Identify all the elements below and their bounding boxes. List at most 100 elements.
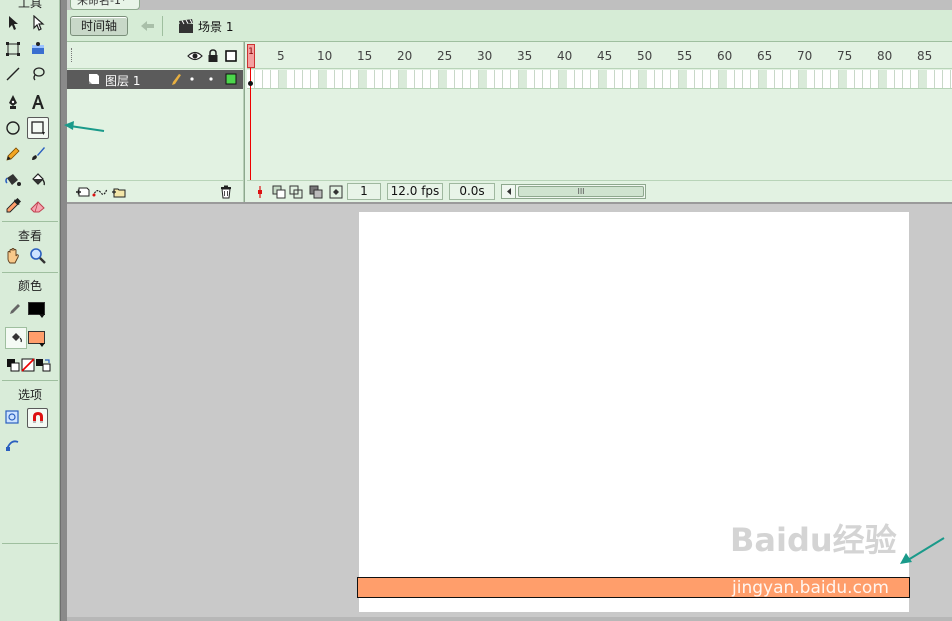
watermark-logo: Baidu经验 <box>730 521 897 559</box>
frame-span-marker <box>639 70 647 88</box>
colors-divider <box>2 380 58 381</box>
frame-number: 70 <box>797 49 813 63</box>
frame-span-marker <box>439 70 447 88</box>
layer-row[interactable]: 图层 1 <box>67 70 243 89</box>
hand-tool-icon[interactable] <box>2 245 24 267</box>
stroke-pencil-icon <box>4 298 26 320</box>
oval-tool-icon[interactable] <box>2 117 24 139</box>
document-tab[interactable]: 未命名-1* <box>70 0 140 10</box>
layer-lock-dot[interactable] <box>200 68 222 90</box>
frame-span-marker <box>479 70 487 88</box>
pencil-tool-icon[interactable] <box>2 143 24 165</box>
frame-number: 30 <box>477 49 493 63</box>
gradient-transform-icon[interactable] <box>27 38 49 60</box>
fill-color-dropdown-icon[interactable] <box>39 343 45 347</box>
edit-multiple-frames-icon[interactable] <box>305 181 327 203</box>
frame-number: 25 <box>437 49 453 63</box>
view-title: 查看 <box>17 229 42 243</box>
frame-number: 85 <box>917 49 933 63</box>
edit-bar-divider <box>162 16 163 36</box>
panel-splitter[interactable] <box>60 0 67 621</box>
trash-icon[interactable] <box>215 181 237 203</box>
snap-magnet-icon[interactable] <box>27 408 48 428</box>
frame-number: 55 <box>677 49 693 63</box>
frame-number: 75 <box>837 49 853 63</box>
keyframe-dot[interactable] <box>248 81 253 86</box>
eyedropper-icon[interactable] <box>2 195 24 217</box>
frame-span-marker <box>679 70 687 88</box>
frame-number: 20 <box>397 49 413 63</box>
frame-number: 40 <box>557 49 573 63</box>
frame-span-marker <box>559 70 567 88</box>
rectangle-tool-icon[interactable] <box>27 117 49 139</box>
brush-tool-icon[interactable] <box>27 143 49 165</box>
frame-span-marker <box>919 70 927 88</box>
timeline-toggle-button[interactable]: 时间轴 <box>70 16 128 36</box>
colors-title: 颜色 <box>17 279 42 293</box>
current-frame-field: 1 <box>347 183 381 200</box>
frame-span-marker <box>359 70 367 88</box>
text-tool-icon[interactable] <box>27 91 49 113</box>
frame-span-marker <box>879 70 887 88</box>
panel-grip[interactable] <box>71 48 74 62</box>
frame-number: 60 <box>717 49 733 63</box>
line-tool-icon[interactable] <box>2 63 24 85</box>
frame-number: 35 <box>517 49 533 63</box>
document-tab-strip: 未命名-1* <box>67 0 952 10</box>
playhead[interactable]: 1 <box>247 44 255 68</box>
frame-number: 50 <box>637 49 653 63</box>
frame-number: 65 <box>757 49 773 63</box>
view-divider <box>2 272 58 273</box>
ink-bottle-icon[interactable] <box>2 169 24 191</box>
scene-breadcrumb[interactable]: 场景 1 <box>198 18 233 35</box>
scrollbar-thumb[interactable]: III <box>518 186 644 197</box>
frame-number: 10 <box>317 49 333 63</box>
timeline-panel: 图层 1 5 10 15 20 25 30 35 40 45 50 55 60 … <box>67 42 952 202</box>
timeline-scrollbar[interactable]: III <box>501 184 646 199</box>
options-title: 选项 <box>17 388 42 402</box>
frame-number: 80 <box>877 49 893 63</box>
clapperboard-icon <box>178 18 194 34</box>
frame-span-marker <box>839 70 847 88</box>
free-transform-icon[interactable] <box>2 38 24 60</box>
frame-ruler[interactable]: 5 10 15 20 25 30 35 40 45 50 55 60 65 70… <box>247 42 952 69</box>
tools-divider <box>2 221 58 222</box>
elapsed-time-field: 0.0s <box>449 183 495 200</box>
frame-cells[interactable] <box>247 70 952 89</box>
stroke-color-dropdown-icon[interactable] <box>39 314 45 318</box>
outline-square-icon[interactable] <box>220 45 242 67</box>
frame-number: 5 <box>277 49 285 63</box>
scroll-left-icon[interactable] <box>502 185 516 198</box>
subselection-arrow-icon[interactable] <box>27 12 49 34</box>
lasso-tool-icon[interactable] <box>27 63 49 85</box>
frame-span-marker <box>319 70 327 88</box>
onion-skin-outlines-icon[interactable] <box>285 181 307 203</box>
object-drawing-icon[interactable] <box>3 408 21 426</box>
watermark-url: jingyan.baidu.com <box>732 578 889 598</box>
pen-tool-icon[interactable] <box>2 91 24 113</box>
frame-span-marker <box>759 70 767 88</box>
layers-footer <box>67 180 243 202</box>
frame-span-marker <box>719 70 727 88</box>
timeline-divider[interactable] <box>243 42 245 202</box>
paint-bucket-icon[interactable] <box>27 169 49 191</box>
straighten-icon[interactable] <box>2 434 24 456</box>
timeline-status-bar: 1 12.0 fps 0.0s III <box>247 180 952 202</box>
frame-span-marker <box>599 70 607 88</box>
annotation-arrow-icon <box>900 537 945 564</box>
swap-colors-icon[interactable] <box>32 354 54 376</box>
back-arrow-icon[interactable] <box>139 18 157 34</box>
insert-layer-folder-icon[interactable] <box>108 181 130 203</box>
frame-span-marker <box>519 70 527 88</box>
horizontal-scrollbar[interactable] <box>67 617 952 621</box>
eraser-icon[interactable] <box>27 195 49 217</box>
zoom-tool-icon[interactable] <box>27 245 49 267</box>
frame-number: 45 <box>597 49 613 63</box>
modify-onion-markers-icon[interactable] <box>325 181 347 203</box>
fill-bucket-icon <box>5 327 27 349</box>
selection-arrow-icon[interactable] <box>2 12 24 34</box>
frame-span-marker <box>279 70 287 88</box>
layer-outline-color-icon[interactable] <box>220 68 242 90</box>
layer-name[interactable]: 图层 1 <box>105 72 140 89</box>
frame-span-marker <box>399 70 407 88</box>
